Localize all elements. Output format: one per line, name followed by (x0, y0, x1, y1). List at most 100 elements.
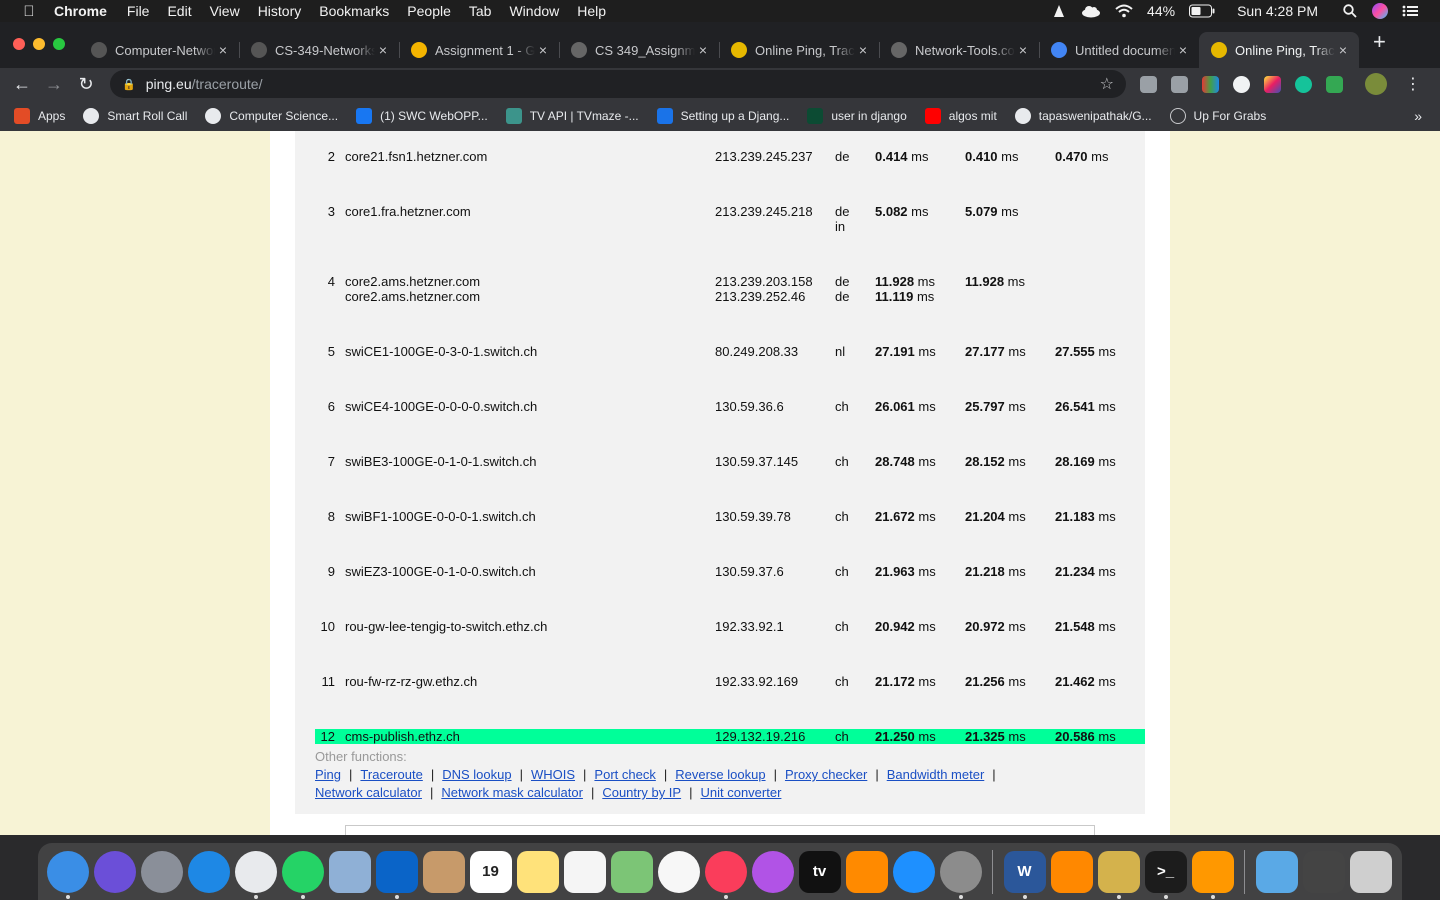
wifi-icon[interactable] (1115, 4, 1133, 18)
notification-center-icon[interactable] (1402, 4, 1418, 18)
tab-7[interactable]: Untitled document × (1039, 32, 1199, 68)
tab-close-icon[interactable]: × (215, 42, 231, 58)
tab-8[interactable]: Online Ping, Traceroute× (1199, 32, 1359, 68)
finder-icon[interactable] (46, 850, 89, 899)
reminders-icon[interactable] (563, 850, 606, 893)
reload-button[interactable]: ↻ (70, 74, 102, 95)
downloads-folder-icon[interactable] (1255, 850, 1298, 893)
preview-icon[interactable] (328, 850, 371, 893)
contacts-icon[interactable] (422, 850, 465, 893)
link-traceroute[interactable]: Traceroute (360, 767, 422, 782)
link-ping[interactable]: Ping (315, 767, 341, 782)
bookmark-item[interactable]: Smart Roll Call (83, 107, 187, 124)
close-window-button[interactable] (13, 38, 25, 50)
podcasts-icon[interactable] (751, 850, 794, 893)
chrome-icon[interactable] (234, 850, 277, 899)
safari-icon[interactable] (187, 850, 230, 893)
tab-close-icon[interactable]: × (375, 42, 391, 58)
menu-tab[interactable]: Tab (469, 3, 492, 19)
terminal-icon[interactable]: >_ (1144, 850, 1187, 899)
link-reverse-lookup[interactable]: Reverse lookup (675, 767, 765, 782)
link-network-mask-calculator[interactable]: Network mask calculator (441, 785, 583, 800)
link-port-check[interactable]: Port check (594, 767, 655, 782)
tab-close-icon[interactable]: × (695, 42, 711, 58)
link-network-calculator[interactable]: Network calculator (315, 785, 422, 800)
battery-icon[interactable] (1189, 4, 1215, 18)
calendar-icon[interactable]: 19 (469, 850, 512, 893)
link-dns-lookup[interactable]: DNS lookup (442, 767, 511, 782)
spotlight-search-icon[interactable] (1342, 4, 1358, 18)
siri-icon[interactable] (93, 850, 136, 893)
menubar-clock[interactable]: Sun 4:28 PM (1237, 3, 1318, 19)
menu-window[interactable]: Window (509, 3, 559, 19)
menu-help[interactable]: Help (577, 3, 606, 19)
outlook-icon[interactable] (375, 850, 418, 899)
profile-avatar[interactable] (1365, 73, 1387, 95)
menu-bookmarks[interactable]: Bookmarks (319, 3, 389, 19)
lock-icon[interactable]: 🔒 (122, 78, 136, 91)
link-whois[interactable]: WHOIS (531, 767, 575, 782)
vlc-icon[interactable] (1050, 850, 1093, 893)
tab-2[interactable]: CS-349-Networks × (239, 32, 399, 68)
bookmark-item[interactable]: TV API | TVmaze -... (505, 107, 639, 124)
extension-ghost-icon[interactable] (1233, 75, 1250, 93)
apple-menu-icon[interactable]:  (18, 3, 40, 20)
cloud-icon[interactable] (1081, 4, 1101, 18)
bookmark-item[interactable]: Setting up a Djang... (656, 107, 789, 124)
tab-close-icon[interactable]: × (535, 42, 551, 58)
archive-utility-icon[interactable] (1097, 850, 1140, 899)
vlc-status-icon[interactable] (1051, 4, 1067, 18)
menu-edit[interactable]: Edit (167, 3, 191, 19)
bookmark-item[interactable]: (1) SWC WebOPP... (356, 107, 488, 124)
launchpad-icon[interactable] (140, 850, 183, 893)
tab-close-icon[interactable]: × (1335, 42, 1351, 58)
menu-view[interactable]: View (210, 3, 240, 19)
word-icon[interactable]: W (1003, 850, 1046, 899)
menu-history[interactable]: History (258, 3, 302, 19)
tab-4[interactable]: CS 349_Assignment× (559, 32, 719, 68)
tab-close-icon[interactable]: × (1015, 42, 1031, 58)
minimize-window-button[interactable] (33, 38, 45, 50)
bookmark-item[interactable]: Computer Science... (205, 107, 338, 124)
tab-6[interactable]: Network-Tools.com × (879, 32, 1039, 68)
music-icon[interactable] (704, 850, 747, 899)
tab-3[interactable]: Assignment 1 - Google Drive× (399, 32, 559, 68)
sublime-text-icon[interactable] (1191, 850, 1234, 899)
trash-icon[interactable] (1349, 850, 1392, 893)
bookmark-star-icon[interactable]: ☆ (1100, 74, 1114, 94)
menu-people[interactable]: People (407, 3, 451, 19)
screenshots-stack-icon[interactable] (1302, 850, 1345, 893)
tab-close-icon[interactable]: × (1175, 42, 1191, 58)
link-bandwidth-meter[interactable]: Bandwidth meter (887, 767, 985, 782)
appletv-icon[interactable]: tv (798, 850, 841, 893)
appstore-icon[interactable] (892, 850, 935, 893)
chrome-menu-icon[interactable]: ⋮ (1405, 74, 1421, 94)
address-bar[interactable]: 🔒 ping.eu/traceroute/ ☆ (110, 70, 1126, 98)
extension-shield-icon[interactable] (1326, 75, 1343, 93)
tab-5[interactable]: Online Ping, Traceroute× (719, 32, 879, 68)
bookmark-item[interactable]: user in django (807, 107, 907, 124)
bookmarks-overflow-icon[interactable]: » (1414, 108, 1422, 124)
extension-palette-icon[interactable] (1264, 75, 1281, 93)
bookmark-item[interactable]: tapaswenipathak/G... (1014, 107, 1152, 124)
menu-file[interactable]: File (127, 3, 150, 19)
link-proxy-checker[interactable]: Proxy checker (785, 767, 867, 782)
back-button[interactable]: ← (6, 74, 38, 95)
link-unit-converter[interactable]: Unit converter (700, 785, 781, 800)
extension-stats-icon[interactable] (1171, 75, 1188, 93)
books-icon[interactable] (845, 850, 888, 893)
photos-icon[interactable] (657, 850, 700, 893)
zoom-window-button[interactable] (53, 38, 65, 50)
extension-colorzilla-icon[interactable] (1202, 75, 1219, 93)
tab-1[interactable]: Computer-Networks× (79, 32, 239, 68)
siri-menubar-icon[interactable] (1372, 3, 1388, 19)
forward-button[interactable]: → (38, 74, 70, 95)
new-tab-button[interactable]: + (1359, 29, 1400, 61)
tab-close-icon[interactable]: × (855, 42, 871, 58)
grammarly-icon[interactable] (1295, 75, 1312, 93)
whatsapp-icon[interactable] (281, 850, 324, 899)
bookmark-item[interactable]: Apps (14, 107, 65, 124)
system-preferences-icon[interactable] (939, 850, 982, 899)
maps-icon[interactable] (610, 850, 653, 893)
extension-reader-icon[interactable] (1140, 75, 1157, 93)
